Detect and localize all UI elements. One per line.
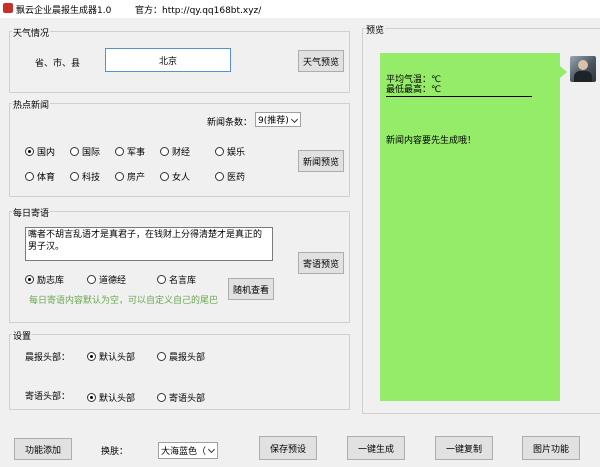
news-count-select[interactable]: 9(推荐) xyxy=(255,112,301,127)
chevron-down-icon xyxy=(207,445,216,454)
radio-dot xyxy=(160,147,169,156)
skin-select[interactable]: 大海蓝色（ xyxy=(158,442,218,459)
saying-header-label: 寄语头部： xyxy=(25,392,71,402)
chevron-down-icon xyxy=(290,115,299,124)
radio-dot xyxy=(157,393,166,402)
radio-dot xyxy=(70,147,79,156)
preview-bubble xyxy=(380,53,560,401)
saying-text-area[interactable]: 嘴者不胡言乱语才是真君子，在钱财上分得清楚才是真正的男子汉。 xyxy=(25,227,273,261)
saying-header-default[interactable]: 默认头部 xyxy=(87,391,135,404)
news-group-title: 热点新闻 xyxy=(12,98,51,111)
settings-group-title: 设置 xyxy=(12,329,33,342)
preview-minmax-line: 最低最高：℃ xyxy=(386,85,442,95)
preview-news-text: 新闻内容要先生成哦！ xyxy=(386,136,477,146)
save-preset-button[interactable]: 保存预设 xyxy=(259,436,317,460)
radio-dot xyxy=(157,275,166,284)
avatar xyxy=(570,56,596,82)
news-category-tiyu[interactable]: 体育 xyxy=(25,170,55,183)
weather-preview-button[interactable]: 天气预览 xyxy=(298,50,344,72)
skin-label: 换肤： xyxy=(101,447,129,457)
saying-preview-button[interactable]: 寄语预览 xyxy=(298,252,344,274)
saying-source-daodejing[interactable]: 道德经 xyxy=(87,273,126,286)
city-input[interactable]: 北京 xyxy=(105,48,231,72)
news-category-junshi[interactable]: 军事 xyxy=(115,145,145,158)
radio-dot xyxy=(115,172,124,181)
window-title: 飘云企业晨报生成器1.0 xyxy=(16,6,112,16)
news-category-yule[interactable]: 娱乐 xyxy=(215,145,245,158)
official-site-label: 官方：http://qy.qq168bt.xyz/ xyxy=(135,6,262,16)
saying-hint: 每日寄语内容默认为空，可以自定义自己的尾巴 xyxy=(29,296,219,306)
radio-dot xyxy=(87,352,96,361)
saying-source-lizhi[interactable]: 励志库 xyxy=(25,273,64,286)
saying-group-title: 每日寄语 xyxy=(12,206,51,219)
news-category-guonei[interactable]: 国内 xyxy=(25,145,55,158)
skin-value: 大海蓝色（ xyxy=(161,447,207,457)
news-category-guoji[interactable]: 国际 xyxy=(70,145,100,158)
one-click-copy-button[interactable]: 一键复制 xyxy=(435,436,493,460)
image-feature-button[interactable]: 图片功能 xyxy=(522,436,580,460)
news-count-value: 9(推荐) xyxy=(258,116,289,126)
morning-header-label: 晨报头部： xyxy=(25,353,71,363)
radio-dot xyxy=(25,172,34,181)
one-click-generate-button[interactable]: 一键生成 xyxy=(347,436,405,460)
weather-group-title: 天气情况 xyxy=(12,26,51,39)
morning-header-default[interactable]: 默认头部 xyxy=(87,350,135,363)
radio-dot xyxy=(115,147,124,156)
radio-dot xyxy=(70,172,79,181)
app-icon xyxy=(3,3,13,13)
radio-dot xyxy=(215,147,224,156)
radio-dot xyxy=(160,172,169,181)
radio-dot xyxy=(25,147,34,156)
saying-header-saying[interactable]: 寄语头部 xyxy=(157,391,205,404)
radio-dot xyxy=(157,352,166,361)
radio-dot xyxy=(25,275,34,284)
news-category-keji[interactable]: 科技 xyxy=(70,170,100,183)
title-bar: 飘云企业晨报生成器1.0 官方：http://qy.qq168bt.xyz/ xyxy=(0,0,600,18)
news-category-yiyao[interactable]: 医药 xyxy=(215,170,245,183)
news-category-caijing[interactable]: 财经 xyxy=(160,145,190,158)
radio-dot xyxy=(87,275,96,284)
news-preview-button[interactable]: 新闻预览 xyxy=(298,150,344,172)
morning-header-morning[interactable]: 晨报头部 xyxy=(157,350,205,363)
random-view-button[interactable]: 随机查看 xyxy=(228,278,274,300)
saying-source-mingyan[interactable]: 名言库 xyxy=(157,273,196,286)
news-category-fangchan[interactable]: 房产 xyxy=(115,170,145,183)
radio-dot xyxy=(215,172,224,181)
preview-divider xyxy=(386,96,532,97)
radio-dot xyxy=(87,393,96,402)
region-label: 省、市、县 xyxy=(35,59,81,69)
news-count-label: 新闻条数： xyxy=(207,118,253,128)
news-category-nvren[interactable]: 女人 xyxy=(160,170,190,183)
add-feature-button[interactable]: 功能添加 xyxy=(14,438,72,460)
preview-group-title: 预览 xyxy=(365,23,386,36)
preview-bubble-tip xyxy=(560,66,567,78)
